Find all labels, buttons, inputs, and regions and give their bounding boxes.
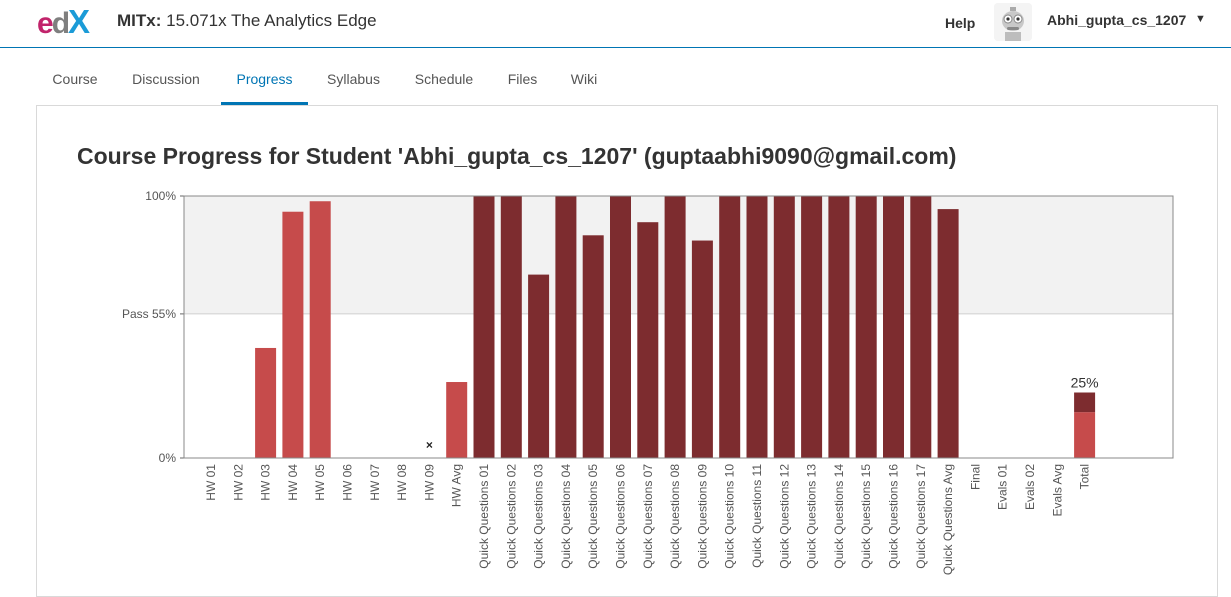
bar-quick-questions-17 [910,196,932,458]
y-tick-label: 100% [145,189,176,203]
bar-hw-04 [282,211,304,458]
dropped-marker-icon: × [426,438,433,452]
bar-quick-questions-01 [473,196,495,458]
x-tick-label: HW 06 [341,464,355,501]
bar-quick-questions-06 [610,196,631,458]
y-tick-label: 0% [159,451,177,465]
x-tick-label: HW 09 [422,464,436,501]
x-tick-label: HW 02 [231,464,245,501]
x-tick-label: HW 08 [395,464,409,501]
x-tick-label: Quick Questions 05 [586,464,600,569]
x-tick-label: Quick Questions 08 [668,464,682,569]
progress-chart: 100% Pass 55% 0% HW 01 HW 02 HW 03 HW 04 HW 05 H… [122,189,1174,575]
x-tick-label: HW 05 [313,464,327,501]
bar-quick-questions-02 [500,196,522,458]
x-tick-label: Quick Questions Avg [941,464,955,575]
x-tick-label: Quick Questions 02 [504,464,518,569]
bar-total-quick-questions [1074,392,1096,413]
bar-quick-questions-10 [719,196,741,458]
x-tick-label: Final [968,464,982,490]
x-tick-label: Total [1078,464,1092,489]
x-tick-label: HW Avg [450,464,464,507]
bar-quick-questions-07 [637,222,659,458]
x-tick-label: Quick Questions 14 [832,464,846,569]
bar-quick-questions-12 [773,196,795,458]
bar-quick-questions-13 [801,196,823,458]
x-tick-label: HW 07 [368,464,382,501]
bar-hw-03 [255,347,277,458]
x-tick-label: Quick Questions 13 [805,464,819,569]
total-value-label: 25% [1071,375,1099,391]
x-tick-label: Quick Questions 16 [887,464,901,569]
x-tick-label: Quick Questions 15 [859,464,873,569]
bar-quick-questions-05 [582,235,604,458]
x-tick-label: Quick Questions 11 [750,464,764,568]
bar-quick-questions-15 [855,196,877,458]
x-tick-label: Evals 01 [996,464,1010,510]
x-tick-label: Evals Avg [1050,464,1064,516]
x-tick-label: Evals 02 [1023,464,1037,510]
x-tick-label: Quick Questions 06 [614,464,628,569]
x-tick-label: Quick Questions 04 [559,464,573,569]
x-tick-label: Quick Questions 17 [914,464,928,569]
x-tick-label: Quick Questions 12 [777,464,791,569]
bar-hw-05 [309,201,331,459]
bar-quick-questions-avg [937,209,959,458]
y-tick-label: Pass 55% [122,307,176,321]
x-tick-label: Quick Questions 10 [723,464,737,569]
x-tick-label: HW 03 [259,464,273,501]
x-tick-label: Quick Questions 07 [641,464,655,569]
bar-quick-questions-03 [528,274,550,458]
x-tick-label: Quick Questions 01 [477,464,491,569]
bar-hw-avg [446,382,468,458]
bar-total-hw [1074,412,1096,458]
x-tick-label: HW 04 [286,464,300,501]
bar-quick-questions-08 [664,196,686,458]
bar-quick-questions-11 [746,196,768,458]
bar-quick-questions-09 [691,240,713,458]
bar-quick-questions-14 [828,196,850,458]
bar-quick-questions-04 [555,196,577,458]
x-tick-label: Quick Questions 03 [532,464,546,569]
bar-quick-questions-16 [883,196,904,458]
x-tick-label: HW 01 [204,464,218,501]
x-tick-label: Quick Questions 09 [695,464,709,569]
